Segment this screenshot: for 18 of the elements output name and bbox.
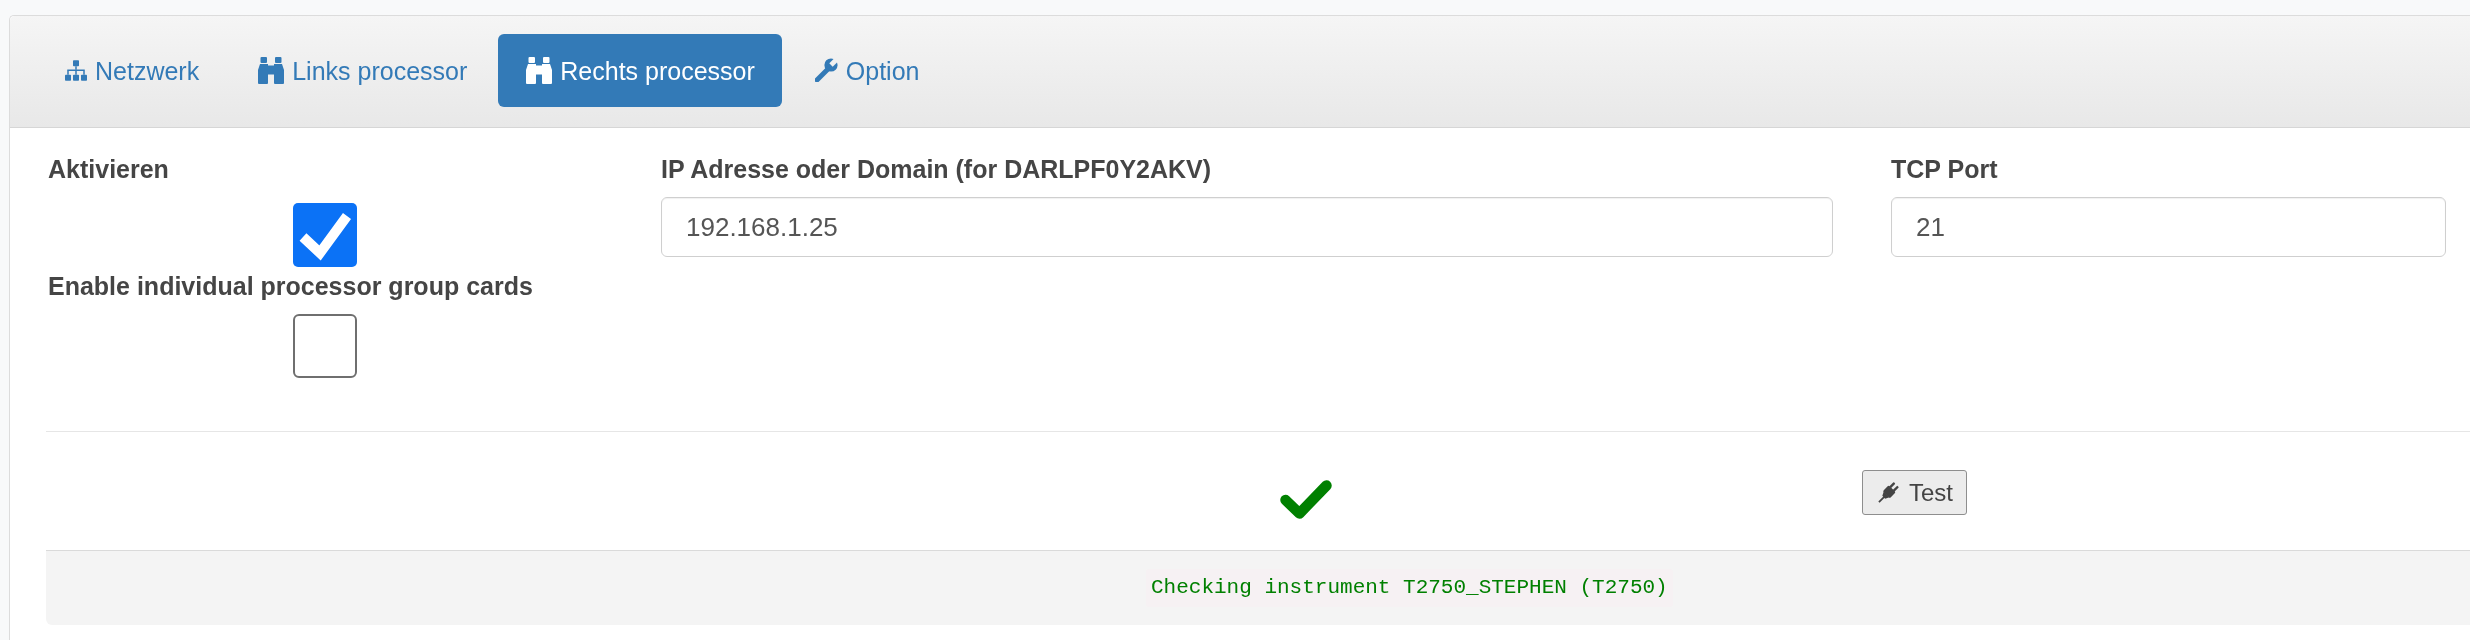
ip-address-field[interactable]: 192.168.1.25: [661, 197, 1833, 257]
binoculars-icon: [258, 57, 285, 84]
tab[interactable]: Rechts processor: [498, 34, 782, 107]
tab[interactable]: Netzwerk: [37, 34, 227, 107]
field-label: IP Adresse oder Domain (for DARLPF0Y2AKV): [661, 154, 1212, 185]
port-field[interactable]: 21: [1891, 197, 2446, 257]
tab[interactable]: Option: [785, 34, 947, 107]
field-label: Aktivieren: [48, 154, 169, 185]
checkbox[interactable]: [293, 203, 357, 267]
binoculars-icon: [526, 57, 553, 84]
wrench-icon: [813, 58, 838, 83]
checkbox[interactable]: [293, 314, 357, 378]
field-label: TCP Port: [1891, 154, 1998, 185]
tab[interactable]: Links processor: [230, 34, 495, 107]
plug-icon: [1875, 479, 1901, 506]
test-button[interactable]: Test: [1862, 470, 1967, 515]
sitemap-icon: [65, 60, 87, 81]
field-label: Enable individual processor group cards: [48, 271, 533, 302]
